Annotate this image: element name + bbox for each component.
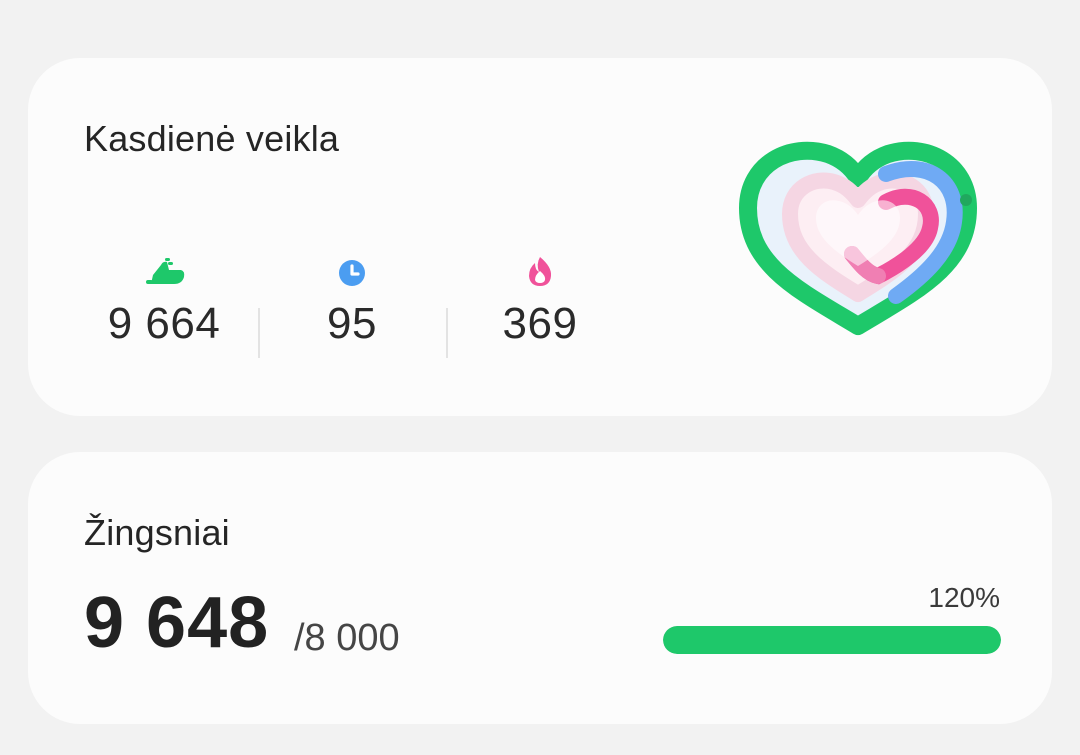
active-minutes-value: 95 bbox=[327, 299, 377, 348]
calories-value: 369 bbox=[502, 299, 578, 348]
steps-progress-bar bbox=[663, 626, 1001, 654]
activity-heart-icon bbox=[739, 141, 977, 335]
stat-calories: 369 bbox=[446, 253, 634, 349]
steps-goal: /8 000 bbox=[294, 617, 400, 659]
steps-value: 9 664 bbox=[107, 299, 221, 348]
steps-count: 9 648 bbox=[84, 583, 270, 663]
steps-percent: 120% bbox=[928, 582, 1000, 613]
stat-active-minutes: 95 bbox=[258, 253, 446, 349]
steps-progress-fill bbox=[663, 626, 1001, 654]
steps-card[interactable]: Žingsniai 9 648 /8 000 120% bbox=[28, 452, 1052, 724]
shoe-icon bbox=[146, 258, 185, 284]
flame-icon bbox=[529, 257, 552, 286]
stat-steps: 9 664 bbox=[70, 253, 258, 349]
daily-activity-title: Kasdienė veikla bbox=[84, 118, 340, 159]
clock-icon bbox=[339, 260, 365, 286]
steps-title: Žingsniai bbox=[84, 512, 230, 553]
daily-activity-card[interactable]: Kasdienė veikla 9 664 95 369 bbox=[28, 58, 1052, 416]
